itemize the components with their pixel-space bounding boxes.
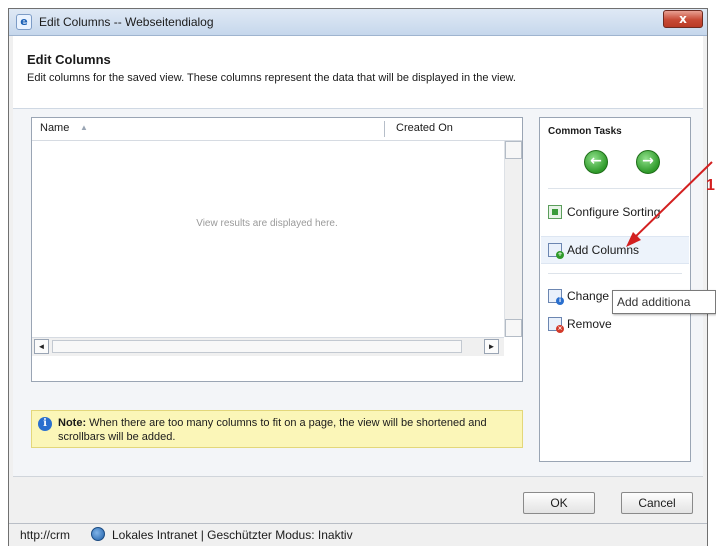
remove-task[interactable]: × Remove	[548, 316, 612, 334]
configure-sorting-task[interactable]: Configure Sorting	[548, 204, 660, 222]
scroll-down-area[interactable]	[505, 319, 522, 337]
add-badge: +	[556, 250, 564, 259]
change-properties-icon: i	[548, 288, 564, 305]
note-box: i Note: When there are too many columns …	[31, 410, 523, 448]
close-icon[interactable]: x	[663, 10, 703, 28]
change-properties-task[interactable]: i Change P	[548, 288, 620, 306]
horizontal-scrollbar[interactable]: ◄ ►	[32, 337, 504, 356]
ok-button[interactable]: OK	[523, 492, 595, 514]
dialog-content: Edit Columns Edit columns for the saved …	[13, 36, 703, 524]
add-columns-icon: +	[548, 242, 564, 259]
grid-header: Name ▲ Created On	[32, 118, 522, 141]
info-badge: i	[556, 296, 564, 305]
note-text: Note: When there are too many columns to…	[58, 416, 518, 444]
scroll-left-button[interactable]: ◄	[34, 339, 49, 354]
task-divider	[548, 188, 682, 189]
status-bar: http://crm Lokales Intranet | Geschützte…	[9, 523, 707, 546]
remove-badge: ×	[556, 324, 564, 333]
note-label: Note:	[58, 417, 87, 429]
column-header-created-on[interactable]: Created On	[396, 122, 453, 134]
dialog-header: Edit Columns Edit columns for the saved …	[13, 36, 703, 109]
annotation-number: 1	[706, 177, 715, 194]
configure-sorting-icon	[548, 204, 562, 219]
page-description: Edit columns for the saved view. These c…	[27, 72, 516, 84]
title-bar[interactable]: e Edit Columns -- Webseitendialog x	[9, 9, 707, 36]
dialog-window: e Edit Columns -- Webseitendialog x Edit…	[8, 8, 708, 546]
columns-grid: Name ▲ Created On View results are displ…	[31, 117, 523, 382]
common-tasks-title: Common Tasks	[548, 126, 622, 137]
horizontal-scroll-thumb[interactable]	[52, 340, 462, 353]
back-arrow-icon[interactable]: ←	[584, 150, 608, 174]
dialog-body: Name ▲ Created On View results are displ…	[13, 109, 703, 523]
configure-sorting-label: Configure Sorting	[567, 204, 661, 219]
add-columns-label: Add Columns	[567, 242, 640, 257]
column-header-name[interactable]: Name	[40, 122, 69, 134]
add-columns-tooltip: Add additiona	[612, 290, 716, 314]
vertical-scrollbar[interactable]	[504, 141, 522, 337]
forward-arrow-icon[interactable]: →	[636, 150, 660, 174]
scroll-up-area[interactable]	[505, 141, 522, 159]
globe-icon	[91, 527, 105, 541]
column-divider[interactable]	[384, 121, 385, 137]
remove-label: Remove	[567, 316, 612, 331]
add-columns-task[interactable]: + Add Columns	[548, 242, 639, 260]
scroll-right-button[interactable]: ►	[484, 339, 499, 354]
task-divider	[548, 273, 682, 274]
cancel-button[interactable]: Cancel	[621, 492, 693, 514]
sort-ascending-icon: ▲	[80, 123, 88, 132]
remove-icon: ×	[548, 316, 564, 333]
window-title: Edit Columns -- Webseitendialog	[39, 15, 214, 29]
info-icon: i	[38, 417, 52, 431]
note-body: When there are too many columns to fit o…	[58, 417, 487, 443]
dialog-footer: OK Cancel	[13, 476, 703, 524]
security-zone-status[interactable]: Lokales Intranet | Geschützter Modus: In…	[112, 528, 353, 542]
status-url: http://crm	[20, 528, 71, 542]
ie-icon: e	[16, 14, 32, 30]
page-title: Edit Columns	[27, 52, 111, 67]
empty-results-message: View results are displayed here.	[196, 218, 338, 229]
